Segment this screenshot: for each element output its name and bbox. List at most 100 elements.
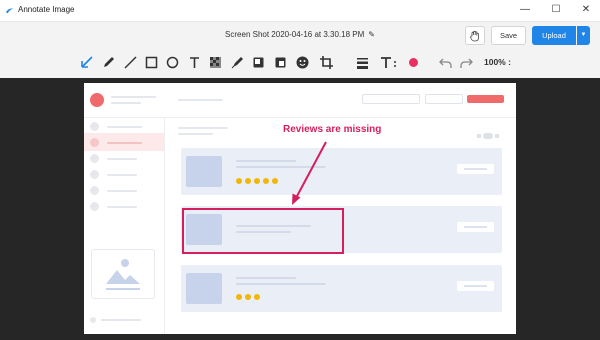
hand-icon xyxy=(470,30,479,42)
mock-product-thumbnail xyxy=(186,273,222,304)
zoom-menu-icon: : xyxy=(508,57,511,67)
font-size-button[interactable] xyxy=(380,55,400,69)
ellipse-icon xyxy=(166,56,178,68)
mock-toggle-icon xyxy=(477,133,499,139)
upload-dropdown-button[interactable]: ▼ xyxy=(577,26,590,45)
mock-card-button xyxy=(457,164,494,174)
highlighter-icon xyxy=(231,56,243,68)
fill-box-icon xyxy=(253,57,263,67)
rating-star xyxy=(254,294,260,300)
mock-placeholder-line xyxy=(111,96,156,98)
font-size-icon xyxy=(381,56,396,68)
mock-search-box xyxy=(362,94,420,104)
mock-placeholder-line xyxy=(236,283,326,285)
annotation-rectangle[interactable] xyxy=(182,208,344,254)
mock-sidebar-dot xyxy=(90,122,99,131)
mock-top-divider xyxy=(84,117,516,118)
line-tool-button[interactable] xyxy=(123,55,137,69)
mock-placeholder-line xyxy=(107,142,142,144)
line-weight-icon xyxy=(356,57,368,69)
mock-placeholder-line xyxy=(111,102,141,104)
minimize-button[interactable]: — xyxy=(510,0,540,20)
hand-button[interactable] xyxy=(465,26,485,45)
chevron-down-icon: ▼ xyxy=(580,32,587,38)
rating-star xyxy=(236,294,242,300)
rating-star xyxy=(245,294,251,300)
mock-button xyxy=(425,94,463,104)
arrow-tool-button[interactable] xyxy=(79,55,93,69)
arrow-icon xyxy=(80,55,93,68)
title-bar: Annotate Image — ☐ ✕ xyxy=(0,0,600,22)
text-tool-button[interactable] xyxy=(187,55,201,69)
fill-tool-button[interactable] xyxy=(251,55,265,69)
save-button[interactable]: Save xyxy=(491,26,526,45)
mock-placeholder-line xyxy=(236,277,296,279)
mock-placeholder-line xyxy=(107,158,137,160)
mock-product-card xyxy=(181,148,502,195)
mock-placeholder-line xyxy=(107,190,137,192)
mock-placeholder-line xyxy=(107,126,142,128)
redo-button[interactable] xyxy=(459,55,473,69)
mock-logo xyxy=(90,93,104,107)
crop-icon xyxy=(319,55,333,69)
rectangle-tool-button[interactable] xyxy=(144,55,158,69)
mock-sidebar-dot xyxy=(90,317,96,323)
mock-product-card xyxy=(181,265,502,312)
mock-placeholder-line xyxy=(178,133,213,135)
mock-placeholder-line xyxy=(178,127,228,129)
mock-sidebar-dot xyxy=(90,138,99,147)
mock-sidebar-divider xyxy=(164,118,165,334)
mock-card-button xyxy=(457,281,494,291)
pixelate-tool-button[interactable] xyxy=(208,55,222,69)
edit-pencil-icon[interactable]: ✎ xyxy=(368,30,375,39)
pen-tool-button[interactable] xyxy=(101,55,115,69)
rating-star xyxy=(236,178,242,184)
mock-placeholder-line xyxy=(107,206,137,208)
rating-star xyxy=(245,178,251,184)
pen-icon xyxy=(103,56,114,67)
fill-tool-alt-button[interactable] xyxy=(273,55,287,69)
filled-rectangle-icon xyxy=(275,57,285,67)
mock-image-placeholder xyxy=(91,249,155,299)
mock-product-thumbnail xyxy=(186,156,222,187)
redo-icon xyxy=(459,58,473,68)
text-icon xyxy=(189,56,199,68)
mock-placeholder-line xyxy=(236,166,326,168)
zoom-selector[interactable]: 100% : xyxy=(484,57,511,67)
mock-landscape-icon xyxy=(106,259,140,290)
color-picker-button[interactable] xyxy=(406,55,420,69)
ellipse-tool-button[interactable] xyxy=(165,55,179,69)
upload-button[interactable]: Upload xyxy=(532,26,576,45)
mock-red-button xyxy=(467,95,504,103)
undo-button[interactable] xyxy=(438,55,452,69)
rating-star xyxy=(272,178,278,184)
line-icon xyxy=(123,55,137,69)
app-logo-icon xyxy=(5,8,14,14)
annotation-text[interactable]: Reviews are missing xyxy=(283,124,381,135)
filename-text: Screen Shot 2020-04-16 at 3.30.18 PM xyxy=(225,30,365,39)
mock-placeholder-line xyxy=(236,160,296,162)
mock-placeholder-line xyxy=(178,99,223,101)
window-title: Annotate Image xyxy=(18,5,75,14)
rating-star xyxy=(263,178,269,184)
mock-sidebar-dot xyxy=(90,186,99,195)
line-weight-button[interactable] xyxy=(355,55,369,69)
mock-sidebar-dot xyxy=(90,170,99,179)
close-button[interactable]: ✕ xyxy=(571,0,600,20)
emoji-tool-button[interactable] xyxy=(295,55,309,69)
mock-placeholder-line xyxy=(107,174,137,176)
mock-view-toggle xyxy=(477,126,502,139)
emoji-icon xyxy=(296,56,308,68)
color-swatch-icon xyxy=(408,57,418,67)
undo-icon xyxy=(438,58,452,68)
mock-sidebar-dot xyxy=(90,154,99,163)
mock-card-button xyxy=(457,222,494,232)
highlighter-tool-button[interactable] xyxy=(230,55,244,69)
mock-sidebar-dot xyxy=(90,202,99,211)
maximize-button[interactable]: ☐ xyxy=(541,0,571,20)
rectangle-icon xyxy=(145,56,157,68)
mock-placeholder-line xyxy=(101,319,141,321)
zoom-level: 100% xyxy=(484,57,506,67)
rating-star xyxy=(254,178,260,184)
crop-tool-button[interactable] xyxy=(319,55,333,69)
